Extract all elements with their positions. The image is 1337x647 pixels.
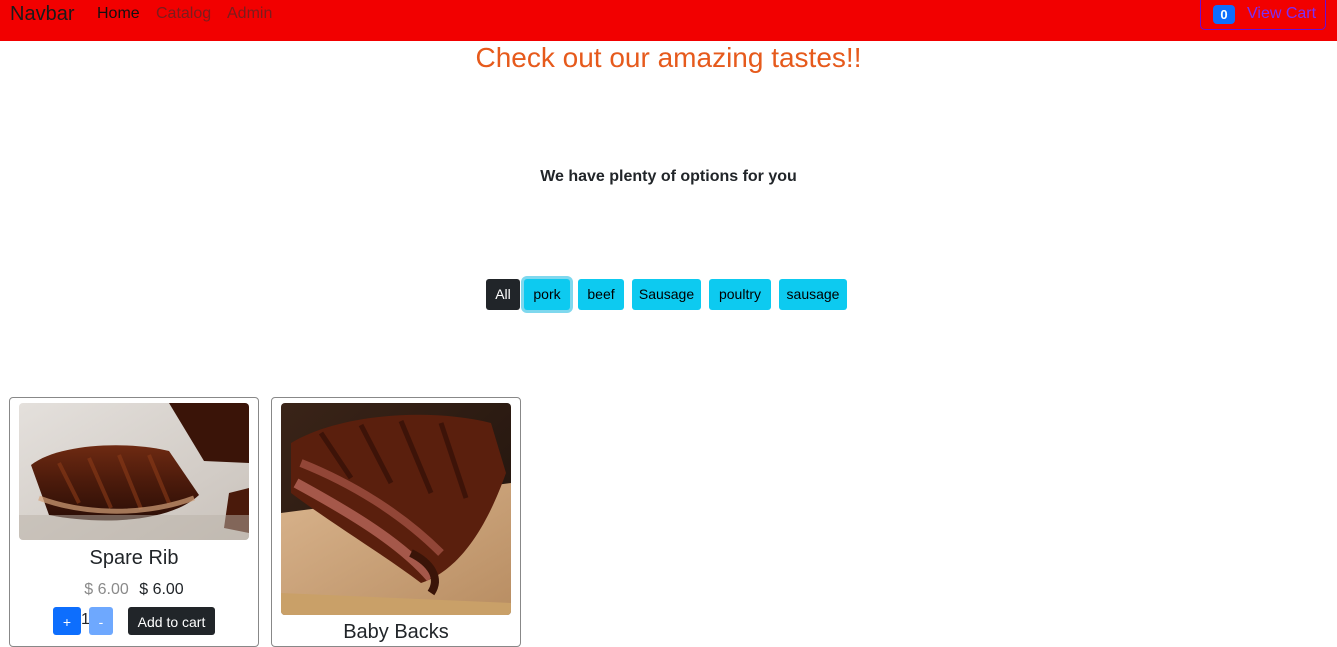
nav-link-admin[interactable]: Admin (227, 5, 272, 23)
product-title[interactable]: Spare Rib (10, 547, 258, 570)
filter-sausage-button[interactable]: Sausage (632, 279, 701, 310)
product-title[interactable]: Baby Backs (272, 621, 520, 644)
product-card: Baby Backs (271, 397, 521, 647)
filter-pork-button[interactable]: pork (524, 279, 570, 310)
product-card: Spare Rib $ 6.00 $ 6.00 + 1 - Add to car… (9, 397, 259, 647)
page-subtitle: We have plenty of options for you (540, 168, 797, 185)
decrease-quantity-button[interactable]: - (89, 607, 113, 635)
filter-beef-button[interactable]: beef (578, 279, 624, 310)
page-headline: Check out our amazing tastes!! (475, 42, 862, 73)
ribs-photo (281, 403, 511, 615)
price-row: $ 6.00 $ 6.00 (10, 581, 258, 599)
navbar-brand[interactable]: Navbar (10, 3, 74, 26)
filter-sausage-lower-button[interactable]: sausage (779, 279, 847, 310)
view-cart-button[interactable]: 0 View Cart (1200, 0, 1326, 30)
ribs-photo (19, 403, 249, 540)
view-cart-label: View Cart (1247, 5, 1317, 22)
filter-all-button[interactable]: All (486, 279, 520, 310)
navbar: Navbar Home Catalog Admin 0 View Cart (0, 0, 1337, 41)
cart-count-badge: 0 (1213, 5, 1235, 24)
nav-link-catalog[interactable]: Catalog (156, 5, 211, 23)
filter-poultry-button[interactable]: poultry (709, 279, 771, 310)
increase-quantity-button[interactable]: + (53, 607, 81, 635)
current-price: $ 6.00 (139, 581, 184, 598)
old-price: $ 6.00 (84, 581, 129, 598)
add-to-cart-button[interactable]: Add to cart (128, 607, 215, 635)
nav-link-home[interactable]: Home (97, 5, 140, 23)
